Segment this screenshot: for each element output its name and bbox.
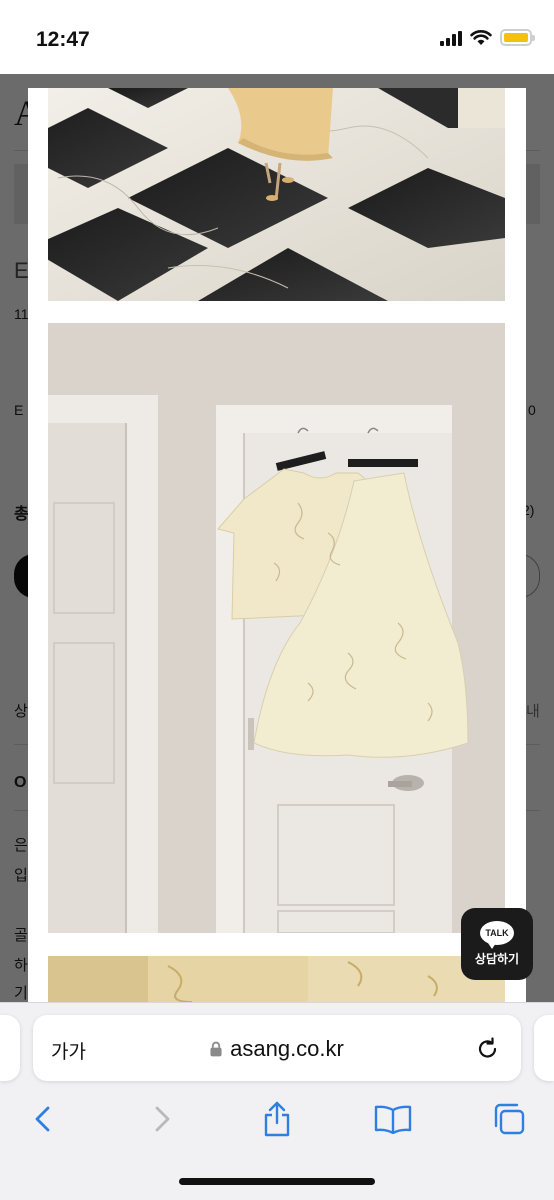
url-display[interactable]: asang.co.kr bbox=[33, 1036, 521, 1062]
home-indicator[interactable] bbox=[179, 1178, 375, 1185]
share-button[interactable] bbox=[257, 1099, 297, 1139]
next-tab-preview[interactable] bbox=[534, 1015, 554, 1081]
photo-marble-floor bbox=[48, 88, 505, 301]
image-lightbox[interactable] bbox=[28, 88, 526, 1002]
tabs-button[interactable] bbox=[489, 1099, 529, 1139]
previous-tab-preview[interactable] bbox=[0, 1015, 20, 1081]
kakao-talk-button[interactable]: TALK 상담하기 bbox=[461, 908, 533, 980]
battery-icon bbox=[500, 29, 535, 46]
bookmarks-button[interactable] bbox=[373, 1099, 413, 1139]
marble-floor-image bbox=[48, 88, 505, 301]
bookmarks-icon bbox=[374, 1105, 412, 1134]
talk-bubble-text: TALK bbox=[485, 928, 509, 938]
kakao-talk-label: 상담하기 bbox=[474, 952, 520, 966]
status-bar: 12:47 bbox=[0, 0, 554, 74]
outfit-on-door-image bbox=[48, 323, 505, 933]
forward-icon bbox=[155, 1106, 170, 1132]
url-text: asang.co.kr bbox=[230, 1036, 344, 1061]
safari-bottom-bar: 가가 asang.co.kr bbox=[0, 1002, 554, 1200]
cellular-signal-icon bbox=[440, 30, 462, 46]
wifi-icon bbox=[470, 30, 492, 45]
talk-bubble-icon: TALK bbox=[480, 921, 514, 949]
photo-outfit-on-door bbox=[48, 323, 505, 933]
status-time: 12:47 bbox=[36, 28, 90, 51]
forward-button[interactable] bbox=[142, 1099, 182, 1139]
back-icon bbox=[35, 1106, 50, 1132]
back-button[interactable] bbox=[23, 1099, 63, 1139]
photo-fabric-closeup bbox=[48, 956, 505, 1002]
tabs-icon bbox=[494, 1103, 525, 1135]
address-bar[interactable]: 가가 asang.co.kr bbox=[33, 1015, 521, 1081]
fabric-closeup-image bbox=[48, 956, 505, 1002]
lock-icon bbox=[210, 1041, 222, 1057]
share-icon bbox=[264, 1101, 290, 1137]
reload-icon[interactable] bbox=[475, 1036, 501, 1062]
status-icons bbox=[440, 29, 535, 46]
